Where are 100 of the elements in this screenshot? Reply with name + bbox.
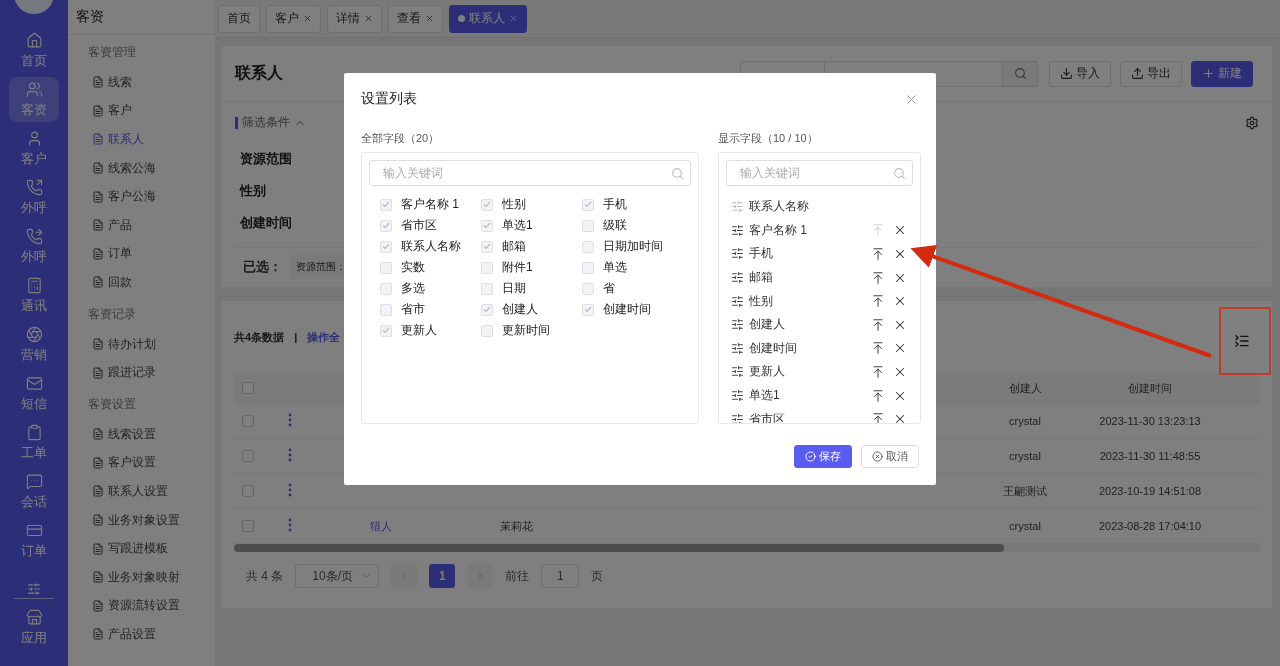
move-to-top-icon[interactable] [871, 341, 885, 356]
sidebar-item[interactable]: 联系人设置 [68, 477, 215, 506]
new-button[interactable]: 新建 [1191, 60, 1253, 87]
column-settings-icon[interactable] [1234, 333, 1250, 349]
shown-field-item[interactable]: 手机 [731, 242, 913, 266]
sidebar-item[interactable]: 回款 [68, 268, 215, 297]
nav-item[interactable]: 会话 [9, 469, 59, 514]
checkbox[interactable] [242, 450, 254, 462]
drag-handle-icon[interactable] [731, 318, 744, 332]
field-checkbox[interactable]: 单选 [582, 260, 683, 275]
shown-field-item[interactable]: 单选1 [731, 383, 913, 408]
field-checkbox[interactable]: 省市 [380, 302, 481, 317]
remove-icon[interactable] [893, 247, 907, 261]
more-icon[interactable] [288, 483, 292, 497]
sliders-icon[interactable] [27, 582, 41, 596]
page-size-select[interactable]: 10条/页 [295, 564, 380, 588]
sidebar-item[interactable]: 产品设置 [68, 620, 215, 649]
drag-handle-icon[interactable] [731, 341, 744, 355]
close-icon[interactable] [364, 14, 373, 23]
tab[interactable]: 详情 [327, 4, 382, 33]
tab[interactable]: 联系人 [449, 4, 527, 33]
field-checkbox[interactable]: 日期 [481, 281, 582, 296]
tab[interactable]: 首页 [218, 4, 260, 33]
move-to-top-icon[interactable] [871, 364, 885, 379]
keyword-field[interactable]: 输入关键词 [726, 160, 913, 186]
move-to-top-icon[interactable] [871, 270, 885, 285]
sidebar-item[interactable]: 待办计划 [68, 329, 215, 359]
bulk-action-link[interactable]: 操作全 [307, 329, 341, 345]
page-button[interactable]: 1 [429, 564, 456, 588]
close-icon[interactable] [303, 14, 312, 23]
move-to-top-icon[interactable] [871, 317, 885, 332]
shown-field-item[interactable]: 创建人 [731, 312, 913, 337]
table-link[interactable]: 猎人 [364, 518, 392, 534]
shown-field-item[interactable]: 创建时间 [731, 336, 913, 361]
keyword-field[interactable]: 输入关键词 [369, 160, 691, 186]
nav-item[interactable]: 订单 [9, 518, 59, 563]
drag-handle-icon[interactable] [731, 271, 744, 285]
field-checkbox[interactable]: 性别 [481, 197, 582, 212]
nav-item[interactable]: 客户 [9, 126, 59, 171]
nav-item[interactable]: 外呼 [9, 224, 59, 269]
drag-handle-icon[interactable] [731, 412, 744, 423]
drag-handle-icon[interactable] [731, 294, 744, 308]
checkbox[interactable] [242, 382, 254, 394]
drag-handle-icon[interactable] [731, 389, 744, 403]
field-checkbox[interactable]: 更新时间 [481, 323, 582, 338]
export-button[interactable]: 导出 [1120, 60, 1182, 87]
field-checkbox[interactable]: 附件1 [481, 260, 582, 275]
field-checkbox[interactable]: 省市区 [380, 218, 481, 233]
cancel-button[interactable]: 取消 [861, 445, 919, 468]
field-checkbox[interactable]: 邮箱 [481, 239, 582, 254]
field-checkbox[interactable]: 手机 [582, 197, 683, 212]
shown-field-item[interactable]: 更新人 [731, 360, 913, 384]
sidebar-item[interactable]: 客户 [68, 96, 215, 126]
field-checkbox[interactable]: 多选 [380, 281, 481, 296]
nav-item[interactable]: 首页 [9, 28, 59, 73]
sidebar-item[interactable]: 客户公海 [68, 182, 215, 211]
more-icon[interactable] [288, 413, 292, 427]
field-checkbox[interactable]: 日期加时间 [582, 239, 683, 254]
sidebar-item[interactable]: 订单 [68, 239, 215, 269]
sidebar-item[interactable]: 业务对象映射 [68, 562, 215, 592]
field-checkbox[interactable]: 联系人名称 [380, 239, 481, 254]
field-checkbox[interactable]: 创建人 [481, 302, 582, 317]
tab[interactable]: 查看 [388, 4, 443, 33]
nav-item[interactable]: 应用 [9, 605, 59, 650]
settings-icon[interactable] [1245, 115, 1259, 130]
sidebar-item[interactable]: 产品 [68, 210, 215, 240]
remove-icon[interactable] [893, 412, 907, 423]
move-to-top-icon[interactable] [871, 412, 885, 423]
sidebar-item[interactable]: 线索设置 [68, 419, 215, 449]
shown-field-item[interactable]: 联系人名称 [731, 195, 913, 219]
save-button[interactable]: 保存 [794, 445, 852, 468]
sidebar-item[interactable]: 业务对象设置 [68, 505, 215, 535]
more-icon[interactable] [288, 448, 292, 462]
nav-item[interactable]: 外呼 [9, 175, 59, 220]
checkbox[interactable] [242, 520, 254, 532]
field-checkbox[interactable]: 更新人 [380, 323, 481, 338]
checkbox[interactable] [242, 415, 254, 427]
nav-item[interactable]: 短信 [9, 371, 59, 416]
sidebar-item[interactable]: 线索 [68, 68, 215, 97]
nav-item[interactable]: 营销 [9, 322, 59, 367]
close-icon[interactable] [425, 14, 434, 23]
field-checkbox[interactable]: 创建时间 [582, 302, 683, 317]
page-input[interactable]: 1 [541, 564, 580, 588]
more-icon[interactable] [288, 518, 292, 532]
shown-field-item[interactable]: 邮箱 [731, 265, 913, 290]
import-button[interactable]: 导入 [1049, 60, 1111, 87]
sidebar-item[interactable]: 资源流转设置 [68, 591, 215, 621]
sidebar-item[interactable]: 客户设置 [68, 448, 215, 478]
move-to-top-icon[interactable] [871, 294, 885, 309]
nav-item[interactable]: 通讯 [9, 273, 59, 318]
field-checkbox[interactable]: 单选1 [481, 218, 582, 233]
field-checkbox[interactable]: 级联 [582, 218, 683, 233]
move-to-top-icon[interactable] [871, 247, 885, 261]
horizontal-scrollbar[interactable] [234, 544, 1260, 552]
sidebar-item[interactable]: 写跟进模板 [68, 534, 215, 563]
move-to-top-icon[interactable] [871, 388, 885, 403]
drag-handle-icon[interactable] [731, 247, 744, 261]
field-checkbox[interactable]: 省 [582, 281, 683, 296]
drag-handle-icon[interactable] [731, 223, 744, 237]
sidebar-item[interactable]: 跟进记录 [68, 358, 215, 387]
